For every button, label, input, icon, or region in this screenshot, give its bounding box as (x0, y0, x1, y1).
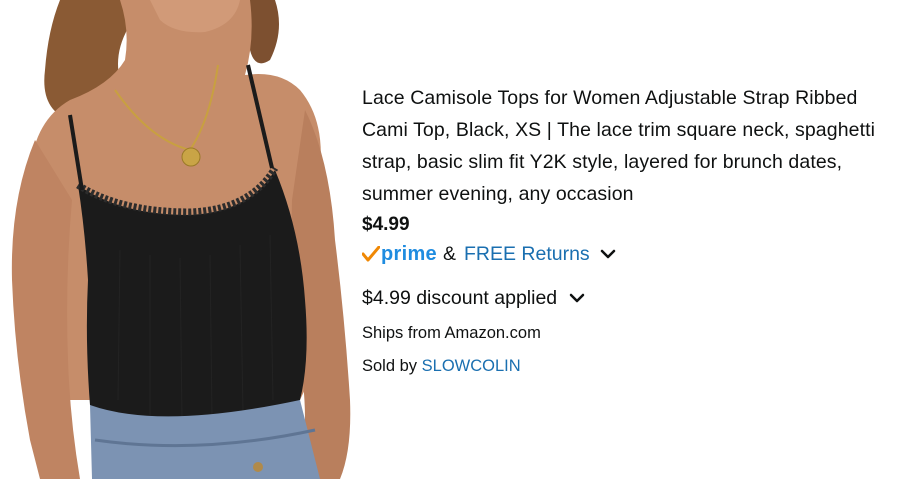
ships-from: Ships from Amazon.com (362, 324, 541, 342)
prime-shipping-row: prime & FREE Returns (362, 239, 907, 269)
product-title[interactable]: Lace Camisole Tops for Women Adjustable … (362, 82, 907, 210)
chevron-down-icon[interactable] (569, 293, 585, 303)
free-returns-link[interactable]: FREE Returns (464, 243, 590, 266)
product-image[interactable] (0, 0, 360, 479)
chevron-down-icon[interactable] (600, 249, 616, 259)
ampersand: & (442, 242, 456, 265)
product-photo (0, 0, 360, 479)
prime-badge: prime (362, 243, 437, 266)
prime-check-icon (362, 246, 380, 262)
prime-label: prime (381, 242, 437, 265)
sold-by: Sold by SLOWCOLIN (362, 355, 907, 377)
product-info: Lace Camisole Tops for Women Adjustable … (362, 82, 907, 377)
seller-link[interactable]: SLOWCOLIN (422, 357, 521, 375)
product-price: $4.99 (362, 214, 410, 235)
discount-row[interactable]: $4.99 discount applied (362, 283, 907, 313)
discount-text: $4.99 discount applied (362, 286, 558, 309)
sold-by-label: Sold by (362, 357, 418, 375)
